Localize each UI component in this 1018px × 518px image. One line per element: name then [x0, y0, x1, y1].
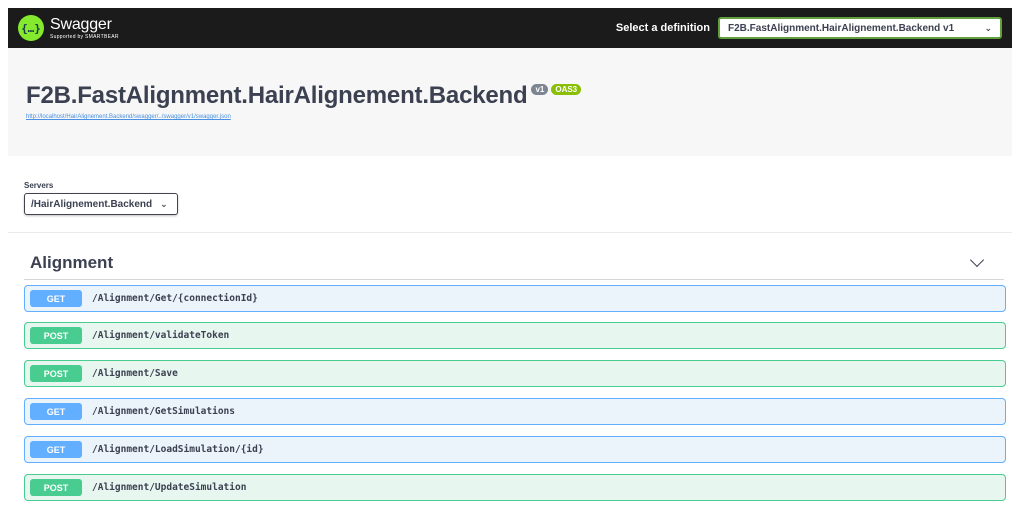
operation-row[interactable]: GET /Alignment/Get/{connectionId} — [24, 285, 1006, 312]
operation-row[interactable]: POST /Alignment/validateToken — [24, 322, 1006, 349]
servers-select[interactable]: /HairAlignement.Backend ⌄ — [24, 193, 178, 215]
method-badge: POST — [30, 479, 82, 496]
operation-row[interactable]: POST /Alignment/UpdateSimulation — [24, 474, 1006, 501]
servers-section: Servers /HairAlignement.Backend ⌄ — [24, 181, 178, 215]
tag-name: Alignment — [30, 252, 114, 272]
definition-select[interactable]: F2B.FastAlignment.HairAlignement.Backend… — [718, 17, 1002, 39]
definition-selector: Select a definition F2B.FastAlignment.Ha… — [616, 17, 1002, 39]
swagger-logo-icon: {…} — [18, 15, 44, 41]
servers-label: Servers — [24, 181, 54, 190]
spec-url-link[interactable]: http://localhost/HairAlignement.Backend/… — [26, 114, 231, 120]
logo-title: Swagger — [50, 15, 112, 33]
operation-path: /Alignment/LoadSimulation/{id} — [92, 444, 264, 455]
operation-path: /Alignment/validateToken — [92, 330, 230, 341]
version-badge: v1 — [531, 84, 549, 95]
definition-label: Select a definition — [615, 22, 710, 34]
method-badge: POST — [30, 327, 82, 344]
api-info: F2B.FastAlignment.HairAlignement.Backend… — [8, 48, 1012, 156]
method-badge: GET — [30, 441, 82, 458]
top-bar: {…} Swagger Supported by SMARTBEAR Selec… — [8, 8, 1012, 48]
logo-subtitle: Supported by SMARTBEAR — [50, 33, 119, 40]
servers-value: /HairAlignement.Backend — [31, 198, 153, 210]
swagger-logo[interactable]: {…} Swagger Supported by SMARTBEAR — [18, 15, 119, 41]
operation-row[interactable]: GET /Alignment/LoadSimulation/{id} — [24, 436, 1006, 463]
definition-value: F2B.FastAlignment.HairAlignement.Backend… — [728, 22, 955, 34]
chevron-down-icon: ⌄ — [160, 198, 168, 209]
tag-header-alignment[interactable]: Alignment — [24, 246, 1004, 280]
method-badge: POST — [30, 365, 82, 382]
chevron-down-icon: ⌄ — [984, 22, 992, 33]
page-title: F2B.FastAlignment.HairAlignement.Backend — [26, 82, 528, 109]
oas-badge: OAS3 — [551, 84, 582, 95]
method-badge: GET — [30, 403, 82, 420]
operation-row[interactable]: GET /Alignment/GetSimulations — [24, 398, 1006, 425]
operation-path: /Alignment/GetSimulations — [92, 406, 235, 417]
operation-path: /Alignment/Save — [92, 368, 178, 379]
method-badge: GET — [30, 290, 82, 307]
operation-row[interactable]: POST /Alignment/Save — [24, 360, 1006, 387]
chevron-down-icon[interactable] — [969, 252, 985, 267]
operation-path: /Alignment/UpdateSimulation — [92, 482, 247, 493]
divider — [8, 232, 1012, 233]
operation-path: /Alignment/Get/{connectionId} — [92, 293, 258, 304]
